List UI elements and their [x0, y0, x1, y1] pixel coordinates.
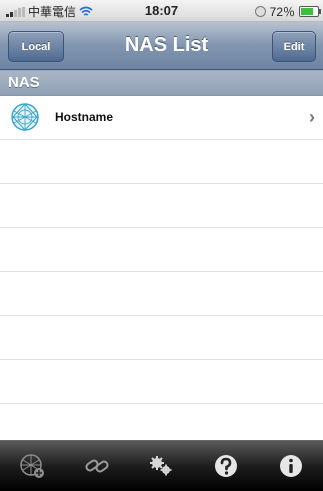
list-item-label: Hostname	[55, 110, 114, 124]
battery-percent: 72％	[269, 5, 295, 19]
orientation-lock-icon	[254, 6, 266, 17]
tab-bar	[0, 440, 323, 491]
empty-row	[0, 228, 323, 272]
page-title: NAS List	[124, 34, 209, 56]
empty-row	[0, 184, 323, 228]
nas-list: Hostname ›	[0, 96, 323, 448]
navigation-bar: Local NAS List Edit	[0, 22, 323, 70]
battery-status: 72％	[254, 3, 321, 20]
add-nas-globe-icon	[20, 454, 45, 478]
section-header: NAS	[0, 70, 323, 96]
list-item[interactable]: Hostname ›	[0, 96, 323, 140]
settings-gears-icon	[150, 456, 172, 476]
battery-icon	[299, 6, 321, 17]
tab-info[interactable]	[271, 446, 311, 486]
info-icon	[279, 455, 302, 477]
status-bar: 中華電信 18:07 72％	[0, 0, 323, 22]
empty-row	[0, 272, 323, 316]
empty-row	[0, 360, 323, 404]
empty-row	[0, 316, 323, 360]
local-button[interactable]: Local	[8, 31, 64, 62]
link-icon	[85, 459, 109, 473]
tab-help[interactable]	[206, 446, 246, 486]
tab-add-nas[interactable]	[12, 446, 52, 486]
tab-settings[interactable]	[141, 446, 181, 486]
empty-row	[0, 140, 323, 184]
tab-link[interactable]	[77, 446, 117, 486]
chevron-right-icon: ›	[309, 107, 315, 127]
section-header-label: NAS	[8, 74, 40, 91]
globe-network-icon	[11, 103, 39, 131]
help-icon	[215, 455, 238, 477]
edit-button[interactable]: Edit	[272, 31, 316, 62]
